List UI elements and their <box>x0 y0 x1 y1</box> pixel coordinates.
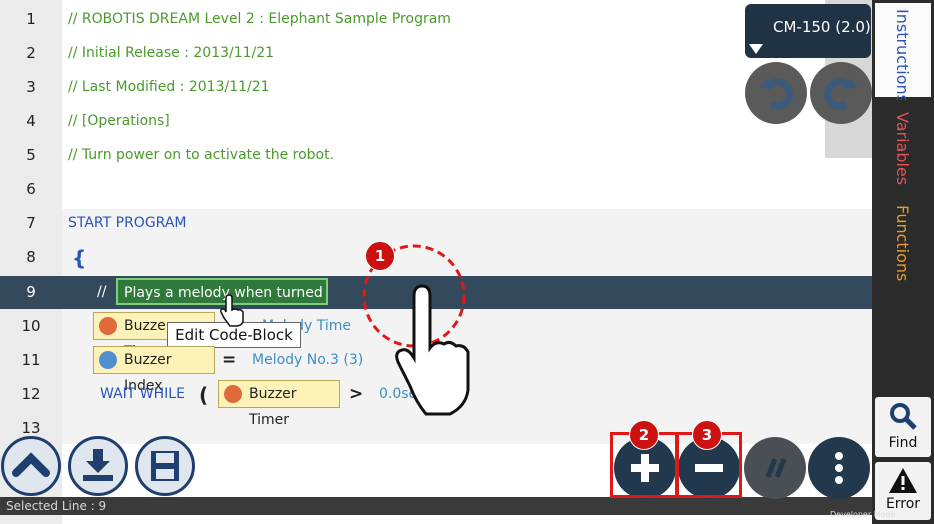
step-marker-1: 1 <box>365 241 395 271</box>
tab-variables[interactable]: Variables <box>875 100 931 190</box>
open-brace: { <box>72 246 87 270</box>
scroll-up-button[interactable] <box>1 436 61 496</box>
device-selector[interactable]: CM-150 (2.0) <box>745 4 871 58</box>
more-button[interactable] <box>808 437 870 499</box>
line-number: 13 <box>21 419 41 437</box>
line-number: 2 <box>26 44 36 62</box>
greater-than-operator: > <box>349 384 364 404</box>
tab-functions[interactable]: Functions <box>875 193 931 283</box>
line-number: 4 <box>26 112 36 130</box>
line-number: 5 <box>26 146 36 164</box>
line-number: 8 <box>26 248 36 266</box>
timer-icon <box>99 317 117 335</box>
scroll-up-icon <box>12 452 50 477</box>
download-icon <box>83 449 113 481</box>
tab-instructions[interactable]: Instructions <box>875 3 931 103</box>
assign-operator: = <box>222 350 237 370</box>
tab-label: Instructions <box>893 9 912 103</box>
more-icon <box>835 452 843 484</box>
undo-button[interactable] <box>745 62 807 124</box>
line-number: 12 <box>21 385 41 403</box>
developer-mode-label: Developer Mode <box>830 510 896 519</box>
line-number: 11 <box>21 351 41 369</box>
line-number: 10 <box>21 317 41 335</box>
comment-toggle-button[interactable] <box>744 437 806 499</box>
search-icon <box>890 403 917 430</box>
hand-pointer-icon <box>395 284 470 416</box>
comment-toggle-icon <box>765 458 787 478</box>
open-paren: ( <box>199 383 209 407</box>
hand-pointer-icon <box>220 294 244 327</box>
timer-icon <box>224 385 242 403</box>
undo-icon <box>759 78 793 110</box>
start-program-keyword[interactable]: START PROGRAM <box>68 215 187 231</box>
selected-line-status: Selected Line : 9 <box>6 499 107 513</box>
chevron-down-icon <box>749 44 763 54</box>
redo-button[interactable] <box>810 62 872 124</box>
step-marker-3: 3 <box>692 420 722 450</box>
line-number: 7 <box>26 214 36 232</box>
line-number: 1 <box>26 10 36 28</box>
find-button[interactable]: Find <box>875 397 931 457</box>
save-button[interactable] <box>135 436 195 496</box>
tab-label: Variables <box>893 112 912 186</box>
code-block-buzzer-index[interactable]: Buzzer Index <box>93 346 215 394</box>
line-number: 6 <box>26 180 36 198</box>
redo-icon <box>824 78 858 110</box>
code-comment[interactable]: // Last Modified : 2013/11/21 <box>68 79 270 95</box>
code-comment[interactable]: // ROBOTIS DREAM Level 2 : Elephant Samp… <box>68 11 451 27</box>
line-number: 3 <box>26 78 36 96</box>
wait-while-keyword[interactable]: WAIT WHILE <box>100 386 185 402</box>
code-comment[interactable]: // Initial Release : 2013/11/21 <box>68 45 274 61</box>
warning-icon <box>889 468 917 493</box>
status-bar: Selected Line : 9 <box>0 497 872 515</box>
code-comment[interactable]: // [Operations] <box>68 113 170 129</box>
find-label: Find <box>888 435 918 451</box>
line-number-selected: 9 <box>26 283 36 301</box>
comment-mark: // <box>97 284 107 300</box>
music-note-icon <box>99 351 117 369</box>
device-label: CM-150 (2.0) <box>773 18 871 36</box>
value-melody-no[interactable]: Melody No.3 (3) <box>252 352 363 368</box>
code-comment[interactable]: // Turn power on to activate the robot. <box>68 147 334 163</box>
step-marker-2: 2 <box>629 420 659 450</box>
save-icon <box>151 451 179 481</box>
download-button[interactable] <box>68 436 128 496</box>
code-block-buzzer-timer[interactable]: Buzzer Timer <box>218 380 340 428</box>
tab-label: Functions <box>893 205 912 282</box>
